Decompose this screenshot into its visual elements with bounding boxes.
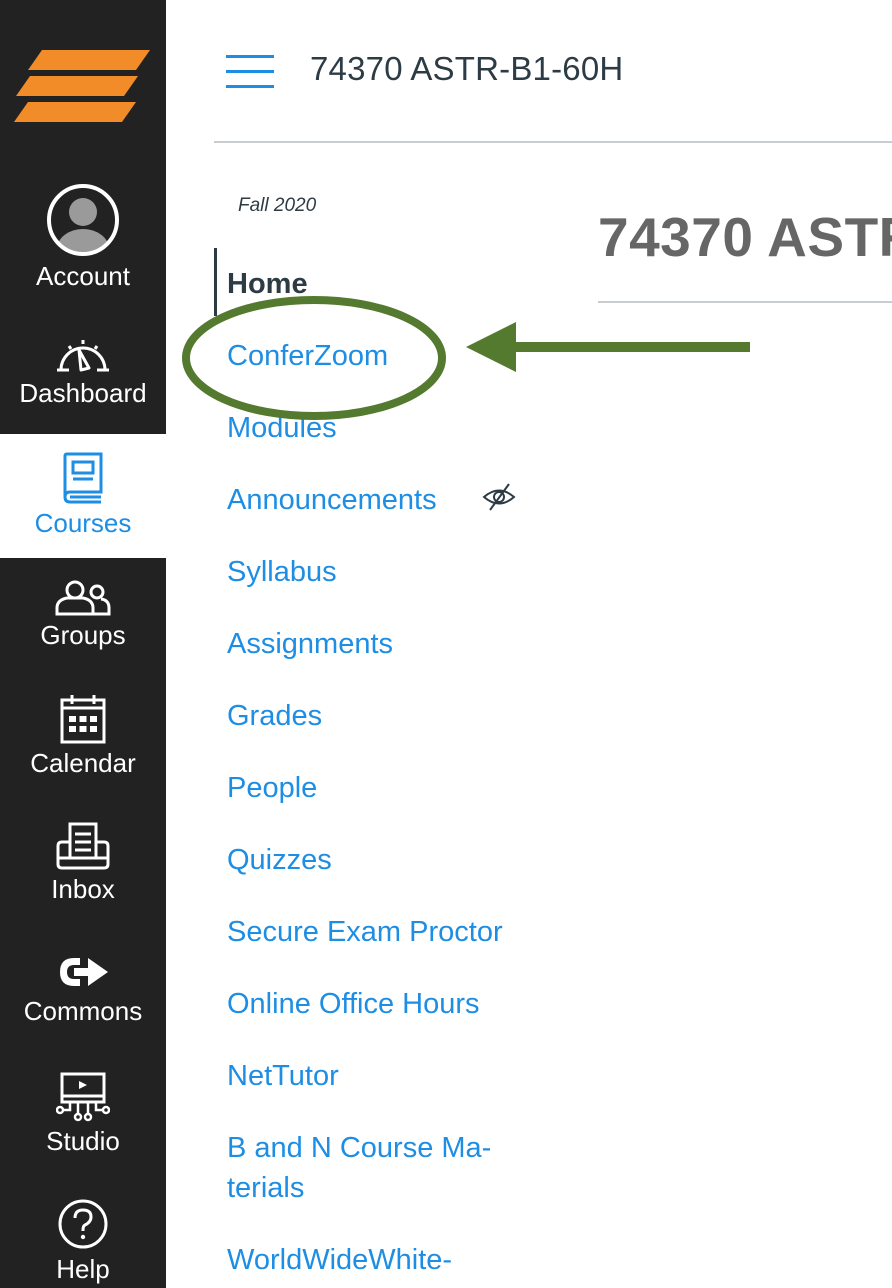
header-divider [214, 141, 892, 143]
nav-label-line1: B and N Course Ma- [227, 1132, 492, 1164]
active-indicator [214, 248, 217, 316]
course-nav-online-office-hours[interactable]: Online Office Hours [227, 984, 480, 1024]
global-nav: Account Dashboard Courses Groups Calenda… [0, 0, 166, 1288]
course-nav-syllabus[interactable]: Syllabus [227, 552, 337, 592]
gnav-label: Help [56, 1254, 110, 1284]
eye-slash-icon [482, 483, 516, 511]
course-nav-conferzoom[interactable]: ConferZoom [227, 336, 388, 376]
course-title-header: 74370 ASTR-B1-60H [310, 50, 624, 87]
course-nav-home[interactable]: Home [227, 264, 308, 304]
page-title-divider [598, 301, 892, 303]
nav-label-line2: terials [227, 1172, 305, 1204]
course-nav-nettutor[interactable]: NetTutor [227, 1056, 339, 1096]
account-avatar-icon [47, 184, 119, 256]
pointer-arrow-icon [466, 322, 750, 372]
gnav-label: Calendar [30, 748, 136, 778]
gnav-item-help[interactable]: Help [0, 1198, 166, 1284]
gnav-label: Commons [23, 996, 143, 1026]
gnav-label: Courses [34, 508, 132, 538]
course-nav-secure-exam-proctor[interactable]: Secure Exam Proctor [227, 912, 503, 952]
help-question-icon [58, 1199, 108, 1249]
term-label: Fall 2020 [238, 195, 317, 216]
gnav-item-groups[interactable]: Groups [0, 580, 166, 650]
course-nav-worldwidewhiteboard[interactable]: WorldWideWhite- [227, 1240, 452, 1280]
calendar-icon [60, 695, 106, 744]
courses-book-icon [63, 452, 103, 504]
gnav-item-courses[interactable]: Courses [0, 434, 166, 558]
dashboard-gauge-icon [57, 340, 109, 372]
gnav-item-studio[interactable]: Studio [0, 1072, 166, 1156]
gnav-label: Account [36, 261, 130, 291]
studio-video-icon [56, 1072, 110, 1122]
gnav-item-commons[interactable]: Commons [0, 952, 166, 1026]
hamburger-menu-icon[interactable] [226, 55, 274, 89]
groups-people-icon [55, 580, 111, 616]
commons-arrow-icon [60, 958, 108, 986]
gnav-item-dashboard[interactable]: Dashboard [0, 334, 166, 408]
gnav-label: Inbox [51, 874, 115, 904]
gnav-item-inbox[interactable]: Inbox [0, 822, 166, 904]
gnav-item-account[interactable]: Account [0, 183, 166, 291]
course-nav-grades[interactable]: Grades [227, 696, 322, 736]
course-nav-quizzes[interactable]: Quizzes [227, 840, 332, 880]
course-nav-assignments[interactable]: Assignments [227, 624, 393, 664]
gnav-item-calendar[interactable]: Calendar [0, 694, 166, 778]
course-nav-modules[interactable]: Modules [227, 408, 337, 448]
page-title: 74370 ASTR [598, 206, 892, 268]
course-nav-announcements[interactable]: Announcements [227, 480, 437, 520]
gnav-label: Studio [46, 1126, 120, 1156]
canvas-logo-icon[interactable] [12, 46, 152, 126]
course-nav-people[interactable]: People [227, 768, 317, 808]
course-nav-bn-course-materials[interactable]: B and N Course Ma- terials [227, 1128, 491, 1208]
gnav-label: Groups [40, 620, 126, 650]
inbox-tray-icon [56, 822, 110, 870]
gnav-label: Dashboard [19, 378, 147, 408]
